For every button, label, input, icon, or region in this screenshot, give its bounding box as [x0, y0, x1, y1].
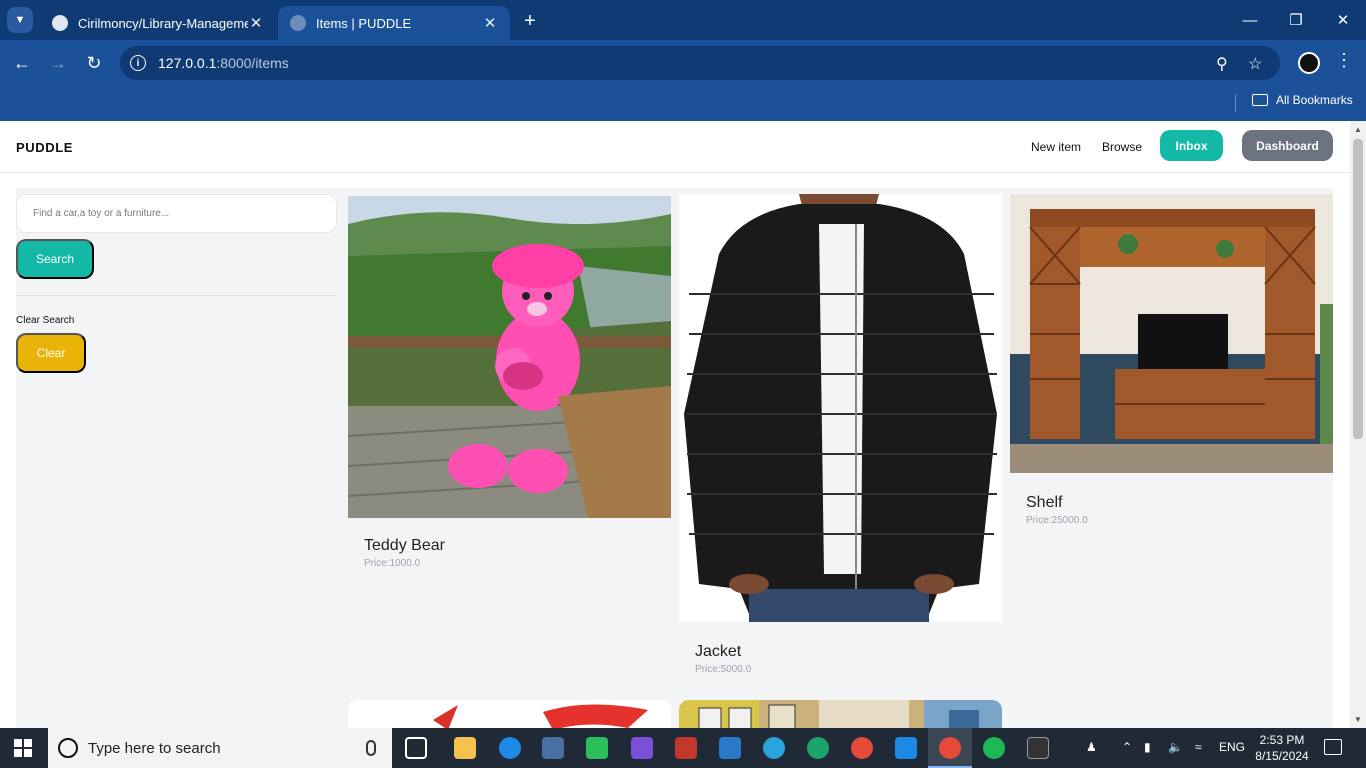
items-panel: Search Clear Search Clear: [16, 188, 1333, 728]
clear-search-label: Clear Search: [16, 315, 75, 326]
item-name: Shelf: [1026, 494, 1063, 511]
reload-icon[interactable]: ↻: [82, 51, 106, 75]
scroll-down-icon[interactable]: ▼: [1354, 715, 1362, 724]
item-image-shelf[interactable]: [1010, 194, 1333, 473]
battery-icon[interactable]: ▮: [1144, 740, 1151, 754]
edge-icon[interactable]: [499, 737, 521, 759]
browser-tab-strip: ▼ Cirilmoncy/Library-Management ✕ Items …: [0, 0, 1366, 40]
notifications-icon[interactable]: [1324, 739, 1342, 755]
volume-icon[interactable]: 🔈: [1168, 740, 1183, 754]
new-item-link[interactable]: New item: [1031, 140, 1081, 154]
bookmarks-separator: [1235, 94, 1236, 112]
store-icon[interactable]: [542, 737, 564, 759]
restore-icon[interactable]: ❐: [1273, 8, 1319, 32]
clock-date: 8/15/2024: [1255, 749, 1309, 763]
item-name: Jacket: [695, 643, 742, 660]
scroll-up-icon[interactable]: ▲: [1354, 125, 1362, 134]
forward-icon[interactable]: →: [46, 51, 70, 75]
vscode-icon[interactable]: [895, 737, 917, 759]
terminal-icon[interactable]: [1027, 737, 1049, 759]
taskbar-clock[interactable]: 2:53 PM 8/15/2024: [1250, 732, 1314, 764]
close-window-icon[interactable]: ✕: [1320, 8, 1366, 32]
chrome-active-icon[interactable]: [939, 737, 961, 759]
taskbar-search[interactable]: Type here to search: [48, 728, 392, 768]
url-host: 127.0.0.1: [158, 55, 217, 71]
new-tab-button[interactable]: +: [518, 9, 542, 33]
taskbar-search-text: Type here to search: [88, 739, 221, 757]
spotify-icon[interactable]: [983, 737, 1005, 759]
url-path: :8000/items: [216, 55, 289, 71]
task-view-icon[interactable]: [405, 737, 427, 759]
item-name: Teddy Bear: [364, 537, 445, 554]
pycharm-icon[interactable]: [586, 737, 608, 759]
language-indicator[interactable]: ENG: [1219, 740, 1245, 754]
item-price: Price:25000.0: [1026, 515, 1088, 526]
item-image-jacket[interactable]: [679, 194, 1002, 622]
clear-button[interactable]: Clear: [16, 333, 86, 373]
scrollbar-thumb[interactable]: [1353, 139, 1363, 439]
tab-title: Items | PUDDLE: [316, 15, 412, 31]
github-icon: [52, 15, 68, 31]
folder-icon: [1252, 94, 1268, 106]
microphone-icon[interactable]: [366, 740, 376, 756]
chrome-icon[interactable]: [851, 737, 873, 759]
item-card-shelf[interactable]: Shelf Price:25000.0: [1026, 494, 1088, 526]
item-image-partial-2[interactable]: [679, 700, 1002, 728]
address-bar[interactable]: i 127.0.0.1:8000/items ⚲ ☆: [120, 46, 1280, 80]
bookmark-star-icon[interactable]: ☆: [1248, 54, 1262, 74]
mail-icon[interactable]: [719, 737, 741, 759]
show-hidden-icons[interactable]: ⌃: [1122, 740, 1132, 754]
page-scrollbar[interactable]: ▲ ▼: [1350, 121, 1366, 728]
site-navbar: PUDDLE New item Browse Inbox Dashboard: [0, 121, 1350, 173]
all-bookmarks-label: All Bookmarks: [1276, 93, 1353, 107]
clock-time: 2:53 PM: [1259, 733, 1305, 747]
item-image-teddy-bear[interactable]: [348, 196, 671, 518]
wifi-icon[interactable]: ≈: [1195, 740, 1202, 754]
back-icon[interactable]: ←: [10, 51, 34, 75]
menu-kebab-icon[interactable]: ⋮: [1334, 50, 1354, 71]
tab-search-button[interactable]: ▼: [7, 7, 33, 33]
telegram-icon[interactable]: [763, 737, 785, 759]
item-price: Price:5000.0: [695, 664, 752, 675]
cortana-icon: [58, 738, 78, 758]
profile-avatar[interactable]: [1298, 52, 1320, 74]
minimize-icon[interactable]: —: [1227, 8, 1273, 32]
tab-library-management[interactable]: Cirilmoncy/Library-Management ✕: [40, 6, 276, 40]
windows-start-icon[interactable]: [14, 739, 32, 757]
close-tab-icon[interactable]: ✕: [482, 14, 498, 32]
dashboard-button[interactable]: Dashboard: [1242, 130, 1333, 161]
item-image-partial-1[interactable]: [348, 700, 671, 728]
page-viewport: PUDDLE New item Browse Inbox Dashboard S…: [0, 121, 1350, 728]
zoom-icon[interactable]: ⚲: [1216, 54, 1228, 74]
tab-items-puddle[interactable]: Items | PUDDLE ✕: [278, 6, 510, 40]
search-input[interactable]: [16, 194, 337, 233]
visual-studio-icon[interactable]: [631, 737, 653, 759]
item-card-teddy-bear[interactable]: Teddy Bear Price:1000.0: [364, 537, 445, 569]
winrar-icon[interactable]: [675, 737, 697, 759]
file-explorer-icon[interactable]: [454, 737, 476, 759]
people-icon[interactable]: ♟: [1086, 740, 1097, 754]
browser-toolbar: ← → ↻ i 127.0.0.1:8000/items ⚲ ☆ ⋮: [0, 40, 1366, 86]
bookmarks-bar: All Bookmarks: [0, 86, 1366, 121]
tab-title: Cirilmoncy/Library-Management: [78, 15, 248, 31]
site-info-icon[interactable]: i: [130, 55, 146, 71]
windows-taskbar: Type here to search ♟ ⌃ ▮ 🔈 ≈ ENG 2:53 P…: [0, 728, 1366, 768]
item-card-jacket[interactable]: Jacket Price:5000.0: [695, 643, 751, 675]
inbox-button[interactable]: Inbox: [1160, 130, 1223, 161]
sidebar-divider: [16, 295, 336, 296]
globe-icon: [290, 15, 306, 31]
brand-logo[interactable]: PUDDLE: [16, 140, 73, 155]
browse-link[interactable]: Browse: [1102, 140, 1142, 154]
search-button[interactable]: Search: [16, 239, 94, 279]
item-price: Price:1000.0: [364, 558, 421, 569]
close-tab-icon[interactable]: ✕: [248, 14, 264, 32]
all-bookmarks-button[interactable]: All Bookmarks: [1252, 93, 1353, 107]
edge-dev-icon[interactable]: [807, 737, 829, 759]
